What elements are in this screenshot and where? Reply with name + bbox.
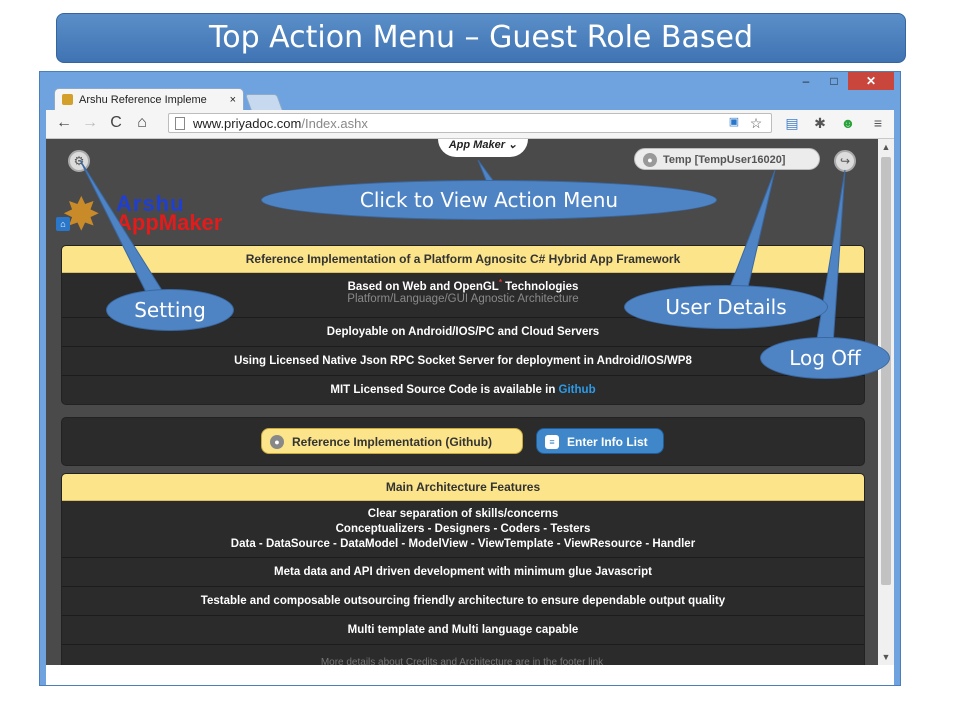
logo-text-appmaker: AppMaker <box>116 210 223 235</box>
user-icon: ● <box>643 153 657 167</box>
list-item: Multi template and Multi language capabl… <box>62 616 864 645</box>
scroll-thumb[interactable] <box>881 157 891 585</box>
log-off-icon[interactable]: ↪ <box>834 150 856 172</box>
browser-tab[interactable]: Arshu Reference Impleme × <box>54 88 244 110</box>
page-icon <box>175 117 185 130</box>
home-page-icon[interactable]: ⌂ <box>132 114 152 132</box>
extension-face-icon[interactable]: ☻ <box>838 115 858 131</box>
callout-log-off: Log Off <box>760 337 890 379</box>
row-text: MIT Licensed Source Code is available in <box>330 384 559 396</box>
maximize-button[interactable]: □ <box>820 72 848 90</box>
row-line: Data - DataSource - DataModel - ModelVie… <box>230 538 696 550</box>
row-line: Clear separation of skills/concerns <box>367 508 559 520</box>
favicon-icon <box>62 94 73 105</box>
status-strip <box>46 665 894 685</box>
github-link[interactable]: Github <box>559 384 596 396</box>
architecture-panel-heading: Main Architecture Features <box>62 474 864 501</box>
address-bar[interactable]: www.priyadoc.com/Index.ashx <box>168 113 772 133</box>
row-line: Conceptualizers - Designers - Coders - T… <box>335 523 591 535</box>
list-item: Meta data and API driven development wit… <box>62 558 864 587</box>
row-text-end: Technologies <box>501 280 579 293</box>
url-path: /Index.ashx <box>301 116 368 131</box>
list-item: Testable and composable outsourcing frie… <box>62 587 864 616</box>
action-button-panel: ● Reference Implementation (Github) ≡ En… <box>61 417 865 466</box>
scroll-down-icon[interactable]: ▼ <box>878 649 894 665</box>
url-host: www.priyadoc.com <box>193 116 302 131</box>
vertical-scrollbar[interactable]: ▲ ▼ <box>878 139 894 665</box>
new-tab-button[interactable] <box>244 94 284 111</box>
footer-note: More details about Credits and Architect… <box>320 657 604 665</box>
info-list-button-label: Enter Info List <box>567 435 648 449</box>
callout-action-menu: Click to View Action Menu <box>261 180 717 220</box>
chevron-down-icon: ⌄ <box>504 139 518 151</box>
translate-icon[interactable]: ▣ <box>724 115 744 128</box>
forward-icon[interactable]: → <box>80 114 100 132</box>
app-maker-label: App Maker <box>448 139 505 151</box>
user-details-pill[interactable]: ● Temp [TempUser16020] <box>634 148 820 170</box>
row-text: Based on Web and OpenGL <box>347 280 499 293</box>
logo-star-icon: ✸ <box>62 188 101 240</box>
browser-toolbar: ← → C ⌂ www.priyadoc.com/Index.ashx ▣ ☆ … <box>46 110 894 139</box>
github-icon: ● <box>270 435 284 449</box>
list-item: MIT Licensed Source Code is available in… <box>62 376 864 404</box>
bookmark-star-icon[interactable]: ☆ <box>746 115 766 132</box>
callout-user-details: User Details <box>624 285 828 329</box>
info-list-button[interactable]: ≡ Enter Info List <box>536 428 664 454</box>
reload-icon[interactable]: C <box>106 114 126 132</box>
window-controls: – □ ✕ <box>792 72 894 92</box>
reference-panel-heading: Reference Implementation of a Platform A… <box>62 246 864 273</box>
callout-setting: Setting <box>106 289 234 331</box>
list-icon: ≡ <box>545 435 559 449</box>
github-button-label: Reference Implementation (Github) <box>292 435 493 449</box>
architecture-panel: Main Architecture Features Clear separat… <box>61 473 865 665</box>
back-icon[interactable]: ← <box>54 114 74 132</box>
extension-bug-icon[interactable]: ✱ <box>810 115 830 132</box>
list-item: Using Licensed Native Json RPC Socket Se… <box>62 347 864 376</box>
menu-icon[interactable]: ≡ <box>868 115 888 131</box>
list-item: Clear separation of skills/concerns Conc… <box>62 501 864 558</box>
tab-title: Arshu Reference Impleme <box>79 94 207 106</box>
scroll-up-icon[interactable]: ▲ <box>878 139 894 155</box>
extension-screen-icon[interactable]: ▤ <box>782 115 802 132</box>
browser-window: – □ ✕ Arshu Reference Impleme × ← → C ⌂ … <box>39 71 901 686</box>
slide-title: Top Action Menu – Guest Role Based <box>56 13 906 63</box>
github-button[interactable]: ● Reference Implementation (Github) <box>261 428 523 454</box>
app-maker-menu-tab[interactable]: App Maker ⌄ <box>438 139 528 157</box>
tab-close-icon[interactable]: × <box>230 89 236 111</box>
close-window-button[interactable]: ✕ <box>848 72 894 90</box>
home-icon[interactable]: ⌂ <box>56 217 70 231</box>
setting-gear-icon[interactable]: ⚙ <box>68 150 90 172</box>
minimize-button[interactable]: – <box>792 72 820 90</box>
user-label: Temp [TempUser16020] <box>663 154 786 166</box>
